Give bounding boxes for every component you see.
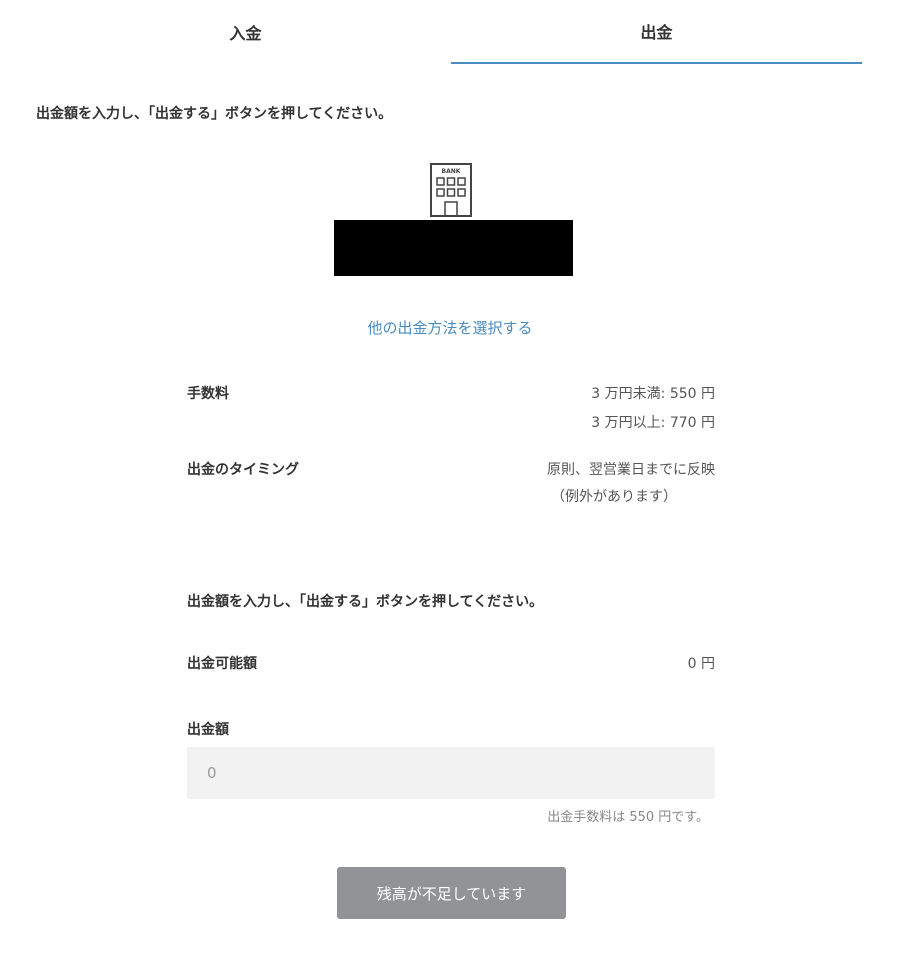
- timing-note: （例外があります）: [551, 489, 677, 505]
- other-method-link[interactable]: 他の出金方法を選択する: [0, 317, 900, 338]
- instruction-text-secondary: 出金額を入力し、「出金する」ボタンを押してください。: [187, 594, 544, 610]
- tab-deposit[interactable]: 入金: [40, 0, 451, 64]
- tab-deposit-label: 入金: [229, 24, 262, 43]
- withdraw-submit-label: 残高が不足しています: [376, 884, 527, 903]
- instruction-text: 出金額を入力し、「出金する」ボタンを押してください。: [36, 106, 393, 122]
- bank-icon-text: BANK: [442, 168, 461, 175]
- available-amount-value: 0 円: [687, 656, 715, 672]
- tab-withdraw[interactable]: 出金: [451, 0, 862, 64]
- fee-note: 出金手数料は 550 円です。: [547, 810, 709, 825]
- tab-withdraw-label: 出金: [640, 23, 673, 42]
- tab-bar: 入金 出金: [40, 0, 862, 64]
- withdraw-submit-button[interactable]: 残高が不足しています: [337, 867, 566, 919]
- fee-label: 手数料: [187, 386, 229, 402]
- withdraw-amount-input[interactable]: [187, 747, 715, 799]
- withdraw-amount-label: 出金額: [187, 722, 229, 738]
- redacted-bank-name: [334, 220, 573, 276]
- timing-value: 原則、翌営業日までに反映: [547, 462, 715, 478]
- fee-value-over-30k: 3 万円以上: 770 円: [591, 415, 715, 431]
- available-amount-label: 出金可能額: [187, 656, 257, 672]
- bank-building-icon: BANK: [430, 163, 472, 217]
- timing-label: 出金のタイミング: [187, 462, 299, 478]
- fee-value-under-30k: 3 万円未満: 550 円: [591, 386, 715, 402]
